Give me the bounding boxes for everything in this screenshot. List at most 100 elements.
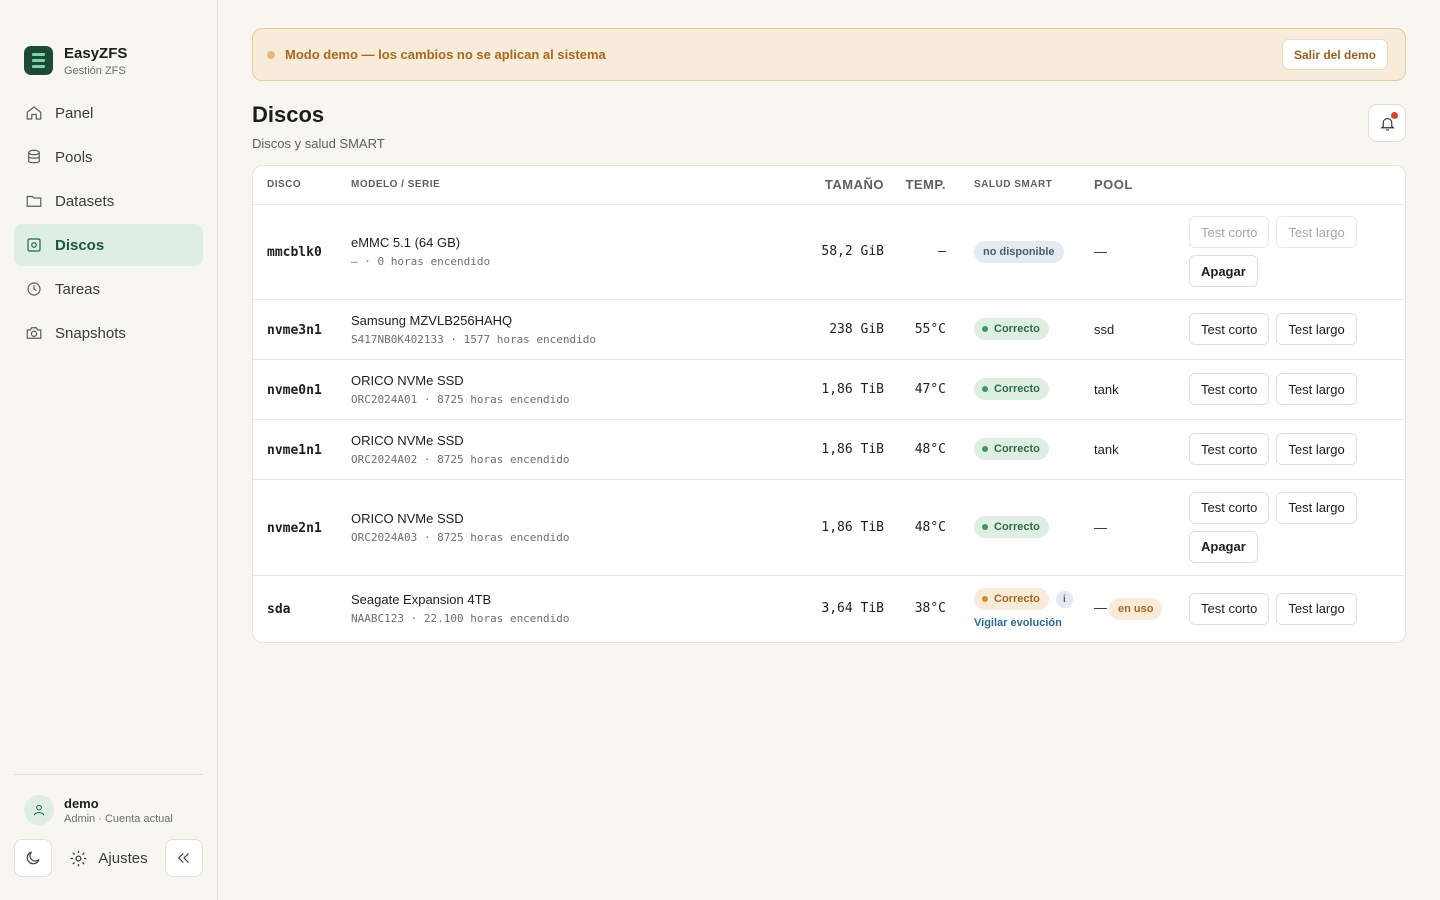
disk-pool: — xyxy=(1094,204,1189,300)
brand: EasyZFS Gestión ZFS xyxy=(14,0,203,92)
long-test-button[interactable]: Test largo xyxy=(1276,592,1357,625)
long-test-button[interactable]: Test largo xyxy=(1276,433,1357,465)
sidebar-item-label: Pools xyxy=(55,148,93,166)
disk-pool: tank xyxy=(1094,359,1189,420)
smart-status-text: Correcto xyxy=(994,443,1040,455)
long-test-button[interactable]: Test largo xyxy=(1276,216,1357,248)
power-off-button[interactable]: Apagar xyxy=(1189,255,1258,287)
short-test-button[interactable]: Test corto xyxy=(1189,313,1270,345)
col-size: Tamaño xyxy=(778,166,884,205)
disk-id: nvme0n1 xyxy=(267,382,322,398)
disk-size: 1,86 TiB xyxy=(778,419,884,480)
disk-id: mmcblk0 xyxy=(267,245,322,260)
status-dot-icon xyxy=(982,446,988,452)
watch-evolution-link[interactable]: Vigilar evolución xyxy=(974,617,1062,629)
sidebar-item-pools[interactable]: Pools xyxy=(14,136,203,178)
disk-pool: tank xyxy=(1094,419,1189,480)
status-dot-icon xyxy=(982,524,988,530)
user-name: demo xyxy=(64,795,99,811)
info-icon[interactable]: i xyxy=(1055,591,1073,609)
folder-icon xyxy=(26,195,42,207)
table-row: mmcblk0 eMMC 5.1 (64 GB) — · 0 horas ence… xyxy=(253,204,1405,300)
col-disk: Disco xyxy=(253,166,351,205)
app-window: EasyZFS Gestión ZFS Panel Pools Datasets… xyxy=(0,0,1440,900)
disk-size: 238 GiB xyxy=(778,299,884,360)
disk-serial: — · 0 horas encendido xyxy=(351,255,491,268)
collapse-sidebar-button[interactable] xyxy=(164,839,203,877)
gear-icon xyxy=(70,850,87,866)
settings-button[interactable]: Ajustes xyxy=(69,849,148,868)
disk-temp: — xyxy=(884,204,946,300)
disk-serial: NAABC123 · 22.100 horas encendido xyxy=(351,612,570,626)
disk-temp: 47°C xyxy=(884,359,946,420)
table-row: sda Seagate Expansion 4TB NAABC123 · 22.1… xyxy=(253,575,1405,642)
disk-temp: 48°C xyxy=(884,419,946,480)
sidebar-item-snapshots[interactable]: Snapshots xyxy=(14,312,203,354)
exit-demo-button[interactable]: Salir del demo xyxy=(1281,39,1388,70)
disk-model: Seagate Expansion 4TB xyxy=(351,592,492,608)
notification-dot xyxy=(1391,112,1398,119)
col-pool: Pool xyxy=(1094,166,1189,205)
sidebar-item-tareas[interactable]: Tareas xyxy=(14,268,203,310)
theme-toggle-button[interactable] xyxy=(14,839,52,877)
disk-id: nvme2n1 xyxy=(267,520,322,536)
disk-serial: ORC2024A01 · 8725 horas encendido xyxy=(351,392,570,406)
user-card[interactable]: demo Admin · Cuenta actual xyxy=(14,775,203,839)
smart-status-badge: Correcto xyxy=(974,378,1049,400)
database-icon xyxy=(28,149,40,164)
smart-status-badge: Correcto xyxy=(974,318,1049,340)
home-icon xyxy=(26,106,42,120)
moon-icon xyxy=(26,851,40,865)
table-row: nvme0n1 ORICO NVMe SSD ORC2024A01 · 8725 … xyxy=(253,359,1405,420)
table-row: nvme2n1 ORICO NVMe SSD ORC2024A03 · 8725 … xyxy=(253,479,1405,576)
sidebar-actions: Ajustes xyxy=(14,839,203,900)
sidebar-item-label: Panel xyxy=(55,104,94,122)
disk-pool: ssd xyxy=(1094,299,1189,360)
disk-size: 1,86 TiB xyxy=(778,479,884,576)
sidebar-item-discos[interactable]: Discos xyxy=(14,224,203,266)
sidebar-item-label: Tareas xyxy=(55,280,101,298)
long-test-button[interactable]: Test largo xyxy=(1276,313,1357,345)
disk-pool: — xyxy=(1094,599,1107,615)
short-test-button[interactable]: Test corto xyxy=(1189,216,1270,248)
table-header-row: Disco Modelo / Serie Tamaño Temp. Salud … xyxy=(253,166,1405,205)
sidebar-item-datasets[interactable]: Datasets xyxy=(14,180,203,222)
disk-temp: 55°C xyxy=(884,299,946,360)
smart-status-badge: no disponible xyxy=(974,240,1064,263)
short-test-button[interactable]: Test corto xyxy=(1189,491,1270,524)
disk-id: nvme1n1 xyxy=(267,442,322,458)
disk-model: eMMC 5.1 (64 GB) xyxy=(351,235,461,250)
disk-model: Samsung MZVLB256HAHQ xyxy=(351,312,513,328)
brand-subtitle: Gestión ZFS xyxy=(64,64,126,77)
sidebar-item-panel[interactable]: Panel xyxy=(14,92,203,134)
banner-text: Modo demo — los cambios no se aplican al… xyxy=(285,47,606,62)
logo-icon xyxy=(24,46,53,75)
disk-size: 3,64 TiB xyxy=(821,601,884,617)
disk-serial: S417NB0K402133 · 1577 horas encendido xyxy=(351,332,597,346)
long-test-button[interactable]: Test largo xyxy=(1276,373,1357,405)
short-test-button[interactable]: Test corto xyxy=(1189,373,1270,405)
main-nav: Panel Pools Datasets Discos Tareas Snaps… xyxy=(14,92,203,354)
sidebar-item-label: Discos xyxy=(55,236,105,254)
table-row: nvme1n1 ORICO NVMe SSD ORC2024A02 · 8725 … xyxy=(253,419,1405,480)
col-smart: Salud SMART xyxy=(946,166,1094,205)
clock-icon xyxy=(27,282,41,296)
disk-size: 1,86 TiB xyxy=(778,359,884,420)
disk-serial: ORC2024A03 · 8725 horas encendido xyxy=(351,530,570,544)
notifications-button[interactable] xyxy=(1368,104,1406,142)
page-title: Discos xyxy=(252,102,325,127)
chevrons-left-icon xyxy=(177,853,189,863)
status-dot-icon xyxy=(982,596,988,603)
long-test-button[interactable]: Test largo xyxy=(1276,491,1357,524)
smart-status-badge: Correcto xyxy=(974,588,1049,611)
main-content: Modo demo — los cambios no se aplican al… xyxy=(218,0,1440,900)
power-off-button[interactable]: Apagar xyxy=(1189,530,1258,563)
short-test-button[interactable]: Test corto xyxy=(1189,433,1270,465)
settings-label: Ajustes xyxy=(98,849,148,867)
avatar xyxy=(24,795,54,825)
col-actions xyxy=(1189,166,1405,205)
short-test-button[interactable]: Test corto xyxy=(1189,592,1270,625)
smart-status-text: Correcto xyxy=(994,383,1040,395)
disk-temp: 38°C xyxy=(914,601,946,617)
disk-model: ORICO NVMe SSD xyxy=(351,432,464,448)
